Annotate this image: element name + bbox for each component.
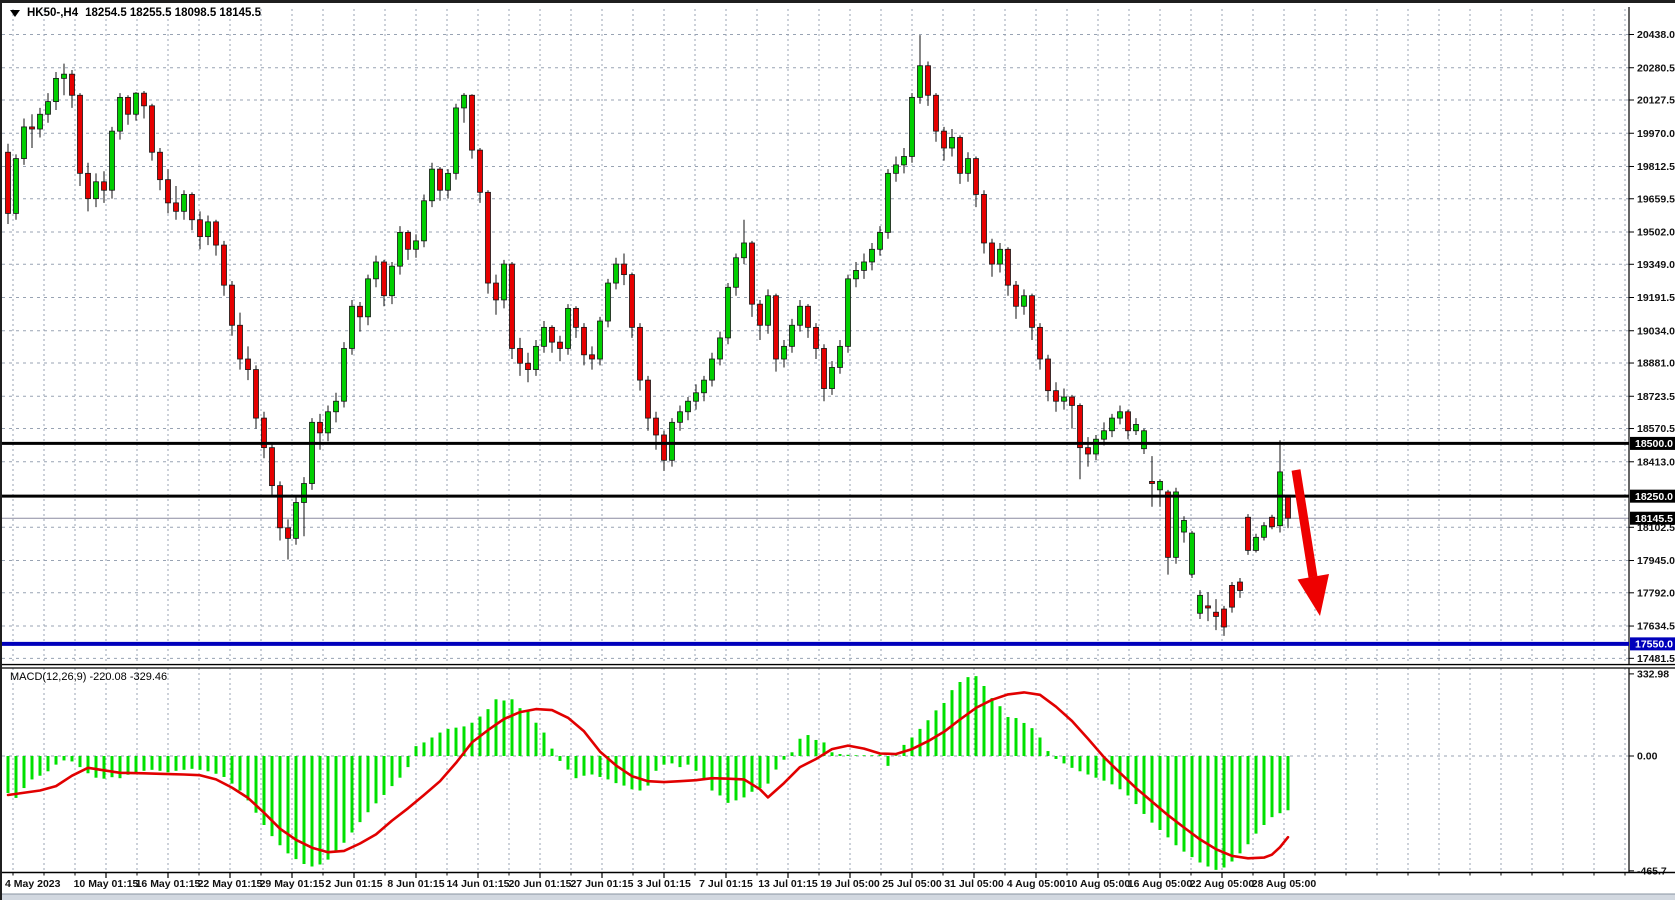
ohlc-values-label: 18254.5 18255.5 18098.5 18145.5: [85, 7, 261, 19]
chevron-down-icon[interactable]: [10, 10, 20, 17]
time-axis-label: 8 Jun 01:15: [387, 878, 444, 890]
time-axis-label: 28 Aug 05:00: [1252, 878, 1317, 890]
price-axis-label: 19034.0: [1637, 325, 1675, 337]
time-axis-label: 27 Jun 01:15: [570, 878, 633, 890]
price-axis-label: 19970.0: [1637, 128, 1675, 140]
price-axis-label: 17792.0: [1637, 587, 1675, 599]
time-axis-label: 25 Jul 05:00: [882, 878, 942, 890]
time-axis-label: 22 May 01:15: [198, 878, 263, 890]
time-axis-label: 19 Jul 05:00: [820, 878, 880, 890]
time-axis-label: 16 Aug 05:00: [1128, 878, 1193, 890]
time-axis-label: 10 May 01:15: [74, 878, 139, 890]
trend-arrow[interactable]: [1296, 470, 1329, 616]
macd-histogram: [8, 676, 1288, 870]
time-axis-label: 14 Jun 01:15: [446, 878, 509, 890]
price-axis-label: 20127.5: [1637, 95, 1675, 107]
price-axis-label: 19502.0: [1637, 227, 1675, 239]
macd-axis-label: 0.00: [1637, 751, 1658, 763]
time-axis[interactable]: 4 May 2023 10 May 01:1516 May 01:1522 May…: [2, 873, 1675, 891]
price-axis-label: 18723.5: [1637, 391, 1675, 403]
chart-window: HK50-,H4 18254.5 18255.5 18098.5 18145.5…: [0, 0, 1675, 900]
price-axis-label: 20438.0: [1637, 29, 1675, 41]
price-marker-label: 18500.0: [1635, 438, 1673, 450]
time-axis-label: 16 May 01:15: [136, 878, 201, 890]
macd-axis[interactable]: 332.98 0.00 -465.7: [1629, 668, 1669, 877]
time-axis-label: 4 May 2023: [5, 878, 61, 890]
chart-title-bar[interactable]: HK50-,H4 18254.5 18255.5 18098.5 18145.5: [10, 7, 261, 19]
price-axis-label: 17945.0: [1637, 555, 1675, 567]
price-axis-label: 19191.5: [1637, 292, 1675, 304]
price-axis[interactable]: 20438.0 20280.5 20127.5 19970.0 19812.5 19659…: [1629, 7, 1675, 872]
price-marker-label: 18145.5: [1635, 513, 1673, 525]
price-axis-label: 18881.0: [1637, 358, 1675, 370]
price-axis-label: 17634.5: [1637, 621, 1675, 633]
time-axis-label: 31 Jul 05:00: [944, 878, 1004, 890]
time-axis-label: 2 Jun 01:15: [325, 878, 382, 890]
price-axis-label: 17481.5: [1637, 653, 1675, 665]
time-axis-label: 20 Jun 01:15: [508, 878, 571, 890]
time-axis-label: 10 Aug 05:00: [1066, 878, 1131, 890]
price-chart-canvas[interactable]: 20438.0 20280.5 20127.5 19970.0 19812.5 19659…: [2, 3, 1675, 900]
price-axis-label: 20280.5: [1637, 62, 1675, 74]
price-axis-label: 18413.0: [1637, 456, 1675, 468]
macd-axis-label: -465.7: [1637, 865, 1667, 877]
pane-separator[interactable]: [2, 664, 1675, 669]
window-bottom-edge: [2, 894, 1675, 900]
time-axis-label: 7 Jul 01:15: [699, 878, 753, 890]
macd-indicator-label: MACD(12,26,9) -220.08 -329.46: [10, 671, 167, 683]
time-axis-label: 13 Jul 01:15: [758, 878, 818, 890]
price-axis-label: 19659.5: [1637, 193, 1675, 205]
price-axis-label: 19349.0: [1637, 259, 1675, 271]
price-marker-label: 18250.0: [1635, 491, 1673, 503]
price-marker-label: 17550.0: [1635, 639, 1673, 651]
time-axis-label: 22 Aug 05:00: [1190, 878, 1255, 890]
macd-axis-label: 332.98: [1637, 668, 1669, 680]
price-axis-label: 19812.5: [1637, 161, 1675, 173]
price-axis-label: 18570.5: [1637, 423, 1675, 435]
time-axis-label: 29 May 01:15: [260, 878, 325, 890]
time-axis-label: 3 Jul 01:15: [637, 878, 691, 890]
time-axis-label: 4 Aug 05:00: [1007, 878, 1066, 890]
symbol-period-label: HK50-,H4: [27, 7, 78, 19]
